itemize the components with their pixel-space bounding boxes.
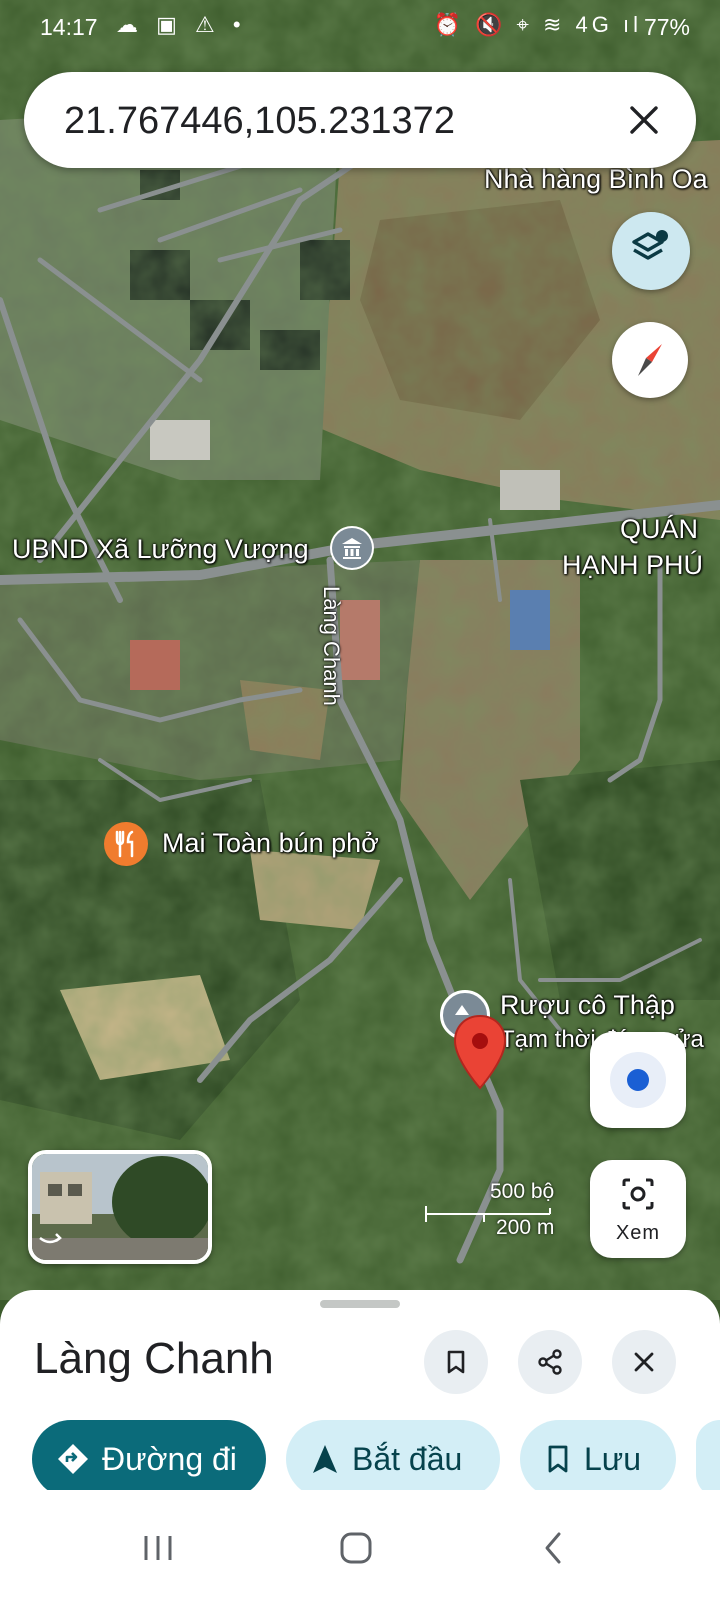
save-button[interactable]: Lưu xyxy=(520,1420,676,1498)
layers-icon xyxy=(632,230,668,260)
compass-icon xyxy=(638,344,662,376)
back-icon xyxy=(545,1532,561,1564)
system-status-icons: ⏰ 🔇 ⌖ ≋ 4G ıl xyxy=(433,12,642,37)
save-label: Lưu xyxy=(584,1440,642,1477)
back-button[interactable] xyxy=(524,1518,584,1578)
label-ubnd[interactable]: UBND Xã Lưỡng Vượng xyxy=(12,534,309,565)
my-location-icon xyxy=(610,1052,666,1108)
system-navigation-bar xyxy=(0,1490,720,1600)
location-pin-icon[interactable] xyxy=(452,1014,508,1090)
save-place-button[interactable] xyxy=(424,1330,488,1394)
bookmark-icon xyxy=(447,1350,465,1374)
share-icon xyxy=(538,1349,562,1375)
government-building-icon[interactable] xyxy=(330,526,374,570)
navigation-arrow-icon xyxy=(313,1445,337,1473)
battery-level: 77% xyxy=(643,14,690,40)
status-bar: 14:17 ☁ ▣ ⚠ • ⏰ 🔇 ⌖ ≋ 4G ıl 77% xyxy=(0,0,720,56)
recent-apps-icon xyxy=(144,1536,172,1560)
search-bar[interactable] xyxy=(24,72,696,168)
more-actions-chip[interactable] xyxy=(696,1420,720,1498)
lens-view-label: Xem xyxy=(615,1222,661,1244)
restaurant-icon[interactable] xyxy=(104,822,148,866)
directions-icon xyxy=(58,1444,88,1474)
map-scale: 500 bộ 200 m xyxy=(424,1180,564,1250)
clock: 14:17 xyxy=(40,14,98,40)
rotate-360-icon xyxy=(39,1233,62,1244)
start-label: Bắt đầu xyxy=(352,1440,463,1477)
label-ruou-co-thap[interactable]: Rượu cô Thập xyxy=(500,990,675,1021)
clear-search-icon[interactable] xyxy=(622,98,666,142)
compass-button[interactable] xyxy=(612,322,688,398)
label-quan-line2[interactable]: HẠNH PHÚ xyxy=(562,550,703,581)
directions-label: Đường đi xyxy=(102,1440,237,1477)
layers-button[interactable] xyxy=(612,212,690,290)
place-title: Làng Chanh xyxy=(34,1334,274,1383)
close-icon xyxy=(634,1352,654,1372)
my-location-button[interactable] xyxy=(590,1032,686,1128)
lens-view-button[interactable]: Xem xyxy=(590,1160,686,1258)
search-input[interactable] xyxy=(62,94,606,148)
camera-lens-icon xyxy=(622,1178,654,1210)
directions-button[interactable]: Đường đi xyxy=(32,1420,266,1498)
street-view-thumbnail[interactable] xyxy=(28,1150,212,1264)
home-icon xyxy=(340,1532,372,1564)
scale-imperial: 500 bộ xyxy=(490,1180,555,1203)
road-label: Làng Chanh xyxy=(319,586,344,706)
home-button[interactable] xyxy=(326,1518,386,1578)
drag-handle[interactable] xyxy=(320,1300,400,1308)
label-nha-hang[interactable]: Nhà hàng Bình Oa xyxy=(484,164,708,195)
share-button[interactable] xyxy=(518,1330,582,1394)
bookmark-icon xyxy=(548,1445,568,1473)
close-sheet-button[interactable] xyxy=(612,1330,676,1394)
recent-apps-button[interactable] xyxy=(128,1518,188,1578)
label-quan-line1[interactable]: QUÁN xyxy=(620,514,698,545)
scale-bar xyxy=(425,1206,551,1222)
label-mai-toan[interactable]: Mai Toàn bún phở xyxy=(162,828,379,859)
notification-icons: ☁ ▣ ⚠ • xyxy=(116,12,247,37)
start-navigation-button[interactable]: Bắt đầu xyxy=(286,1420,500,1498)
